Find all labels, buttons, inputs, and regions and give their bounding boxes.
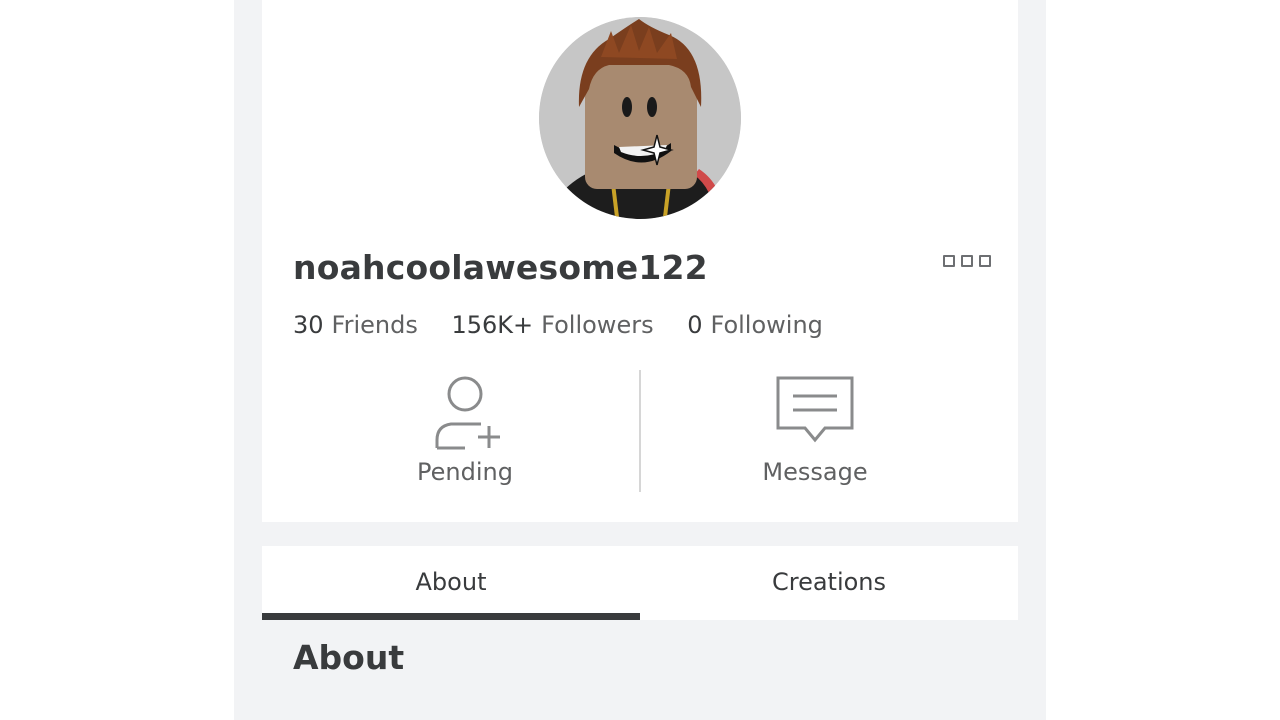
followers-label: Followers (541, 311, 654, 339)
about-section-title: About (293, 638, 405, 677)
following-label: Following (710, 311, 823, 339)
profile-stats: 30 Friends 156K+ Followers 0 Following (293, 311, 849, 339)
ellipsis-icon (979, 255, 991, 267)
add-friend-icon (435, 376, 500, 450)
friends-label: Friends (331, 311, 418, 339)
friends-count: 30 (293, 311, 324, 339)
message-label: Message (762, 458, 868, 486)
followers-count: 156K+ (451, 311, 534, 339)
ellipsis-icon (943, 255, 955, 267)
ellipsis-icon (961, 255, 973, 267)
following-stat[interactable]: 0 Following (687, 311, 823, 339)
following-count: 0 (687, 311, 703, 339)
more-options-button[interactable] (940, 252, 994, 270)
username: noahcoolawesome122 (293, 248, 708, 287)
friends-stat[interactable]: 30 Friends (293, 311, 418, 339)
avatar-image (539, 17, 741, 219)
profile-tabs: About Creations (262, 546, 1018, 620)
pending-button[interactable]: Pending (380, 370, 550, 495)
tab-creations[interactable]: Creations (640, 546, 1018, 620)
tab-about[interactable]: About (262, 546, 640, 620)
avatar[interactable] (539, 17, 741, 219)
action-divider (639, 370, 641, 492)
pending-label: Pending (417, 458, 513, 486)
message-icon (776, 376, 854, 443)
message-button[interactable]: Message (730, 370, 900, 495)
followers-stat[interactable]: 156K+ Followers (452, 311, 654, 339)
